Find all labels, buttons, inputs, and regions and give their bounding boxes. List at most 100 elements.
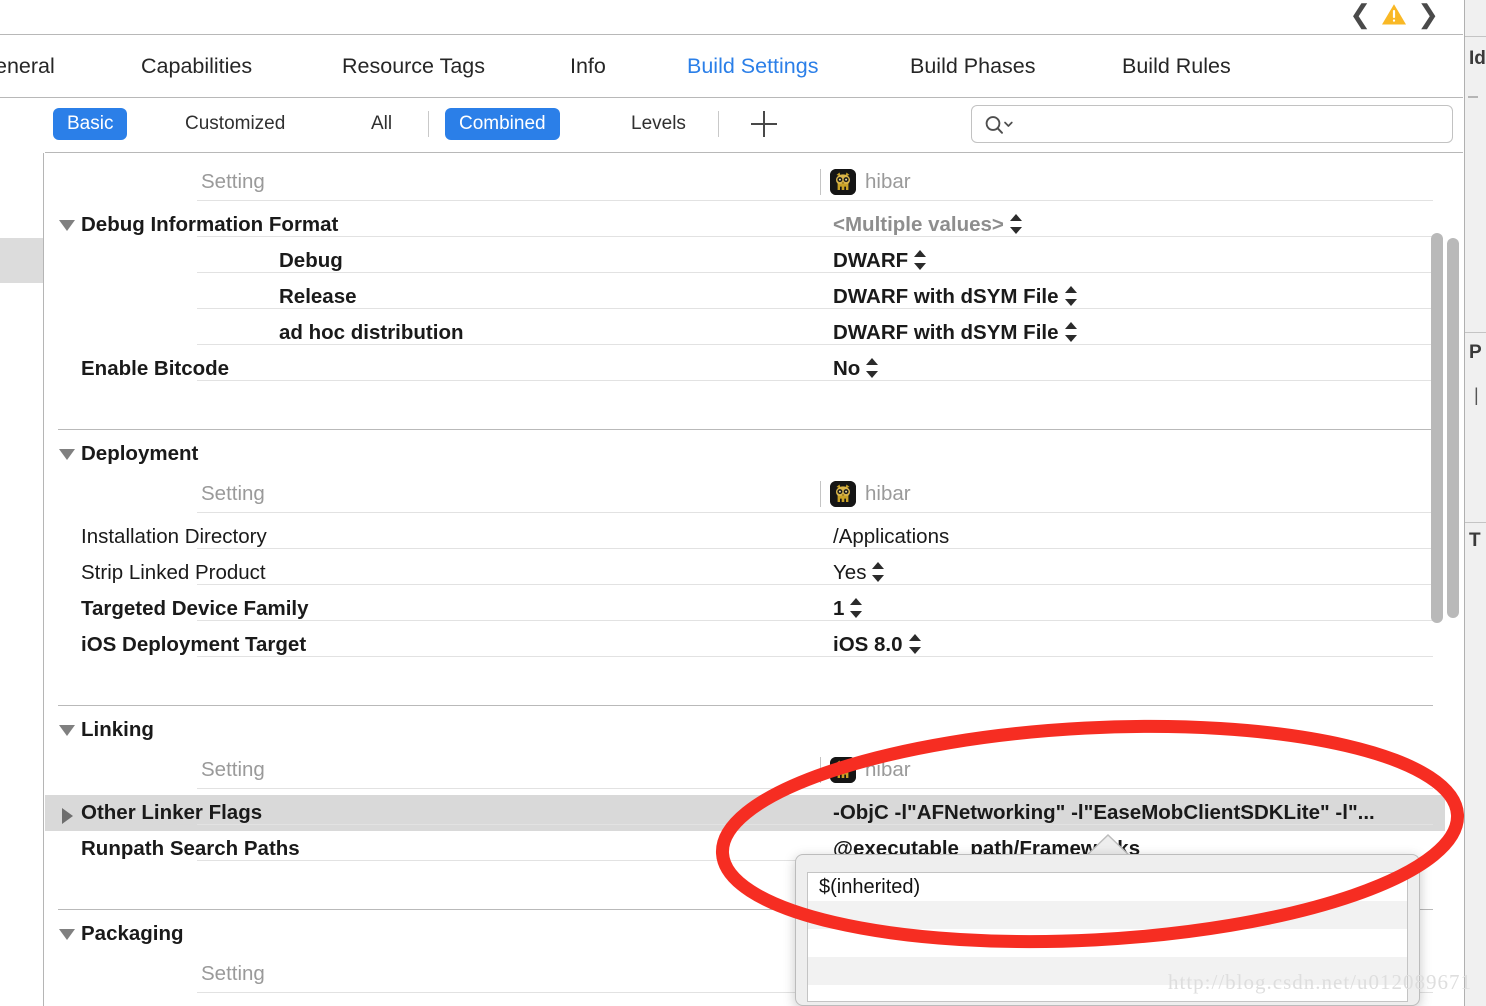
utilities-inspector-panel: Id P | T xyxy=(1464,0,1486,1006)
search-icon[interactable] xyxy=(984,114,1014,136)
other-linker-flags-popover[interactable]: $(inherited) xyxy=(795,854,1420,1006)
setting-label-ios-deployment-target: iOS Deployment Target xyxy=(81,633,307,656)
setting-row-ios-deployment-target[interactable]: iOS Deployment Target iOS 8.0 xyxy=(45,627,1445,663)
setting-label-release: Release xyxy=(279,285,357,308)
stepper-icon[interactable] xyxy=(1064,322,1078,342)
setting-value-release[interactable]: DWARF with dSYM File xyxy=(833,279,1078,315)
navigator-selected-item[interactable] xyxy=(0,238,43,283)
setting-row-other-linker-flags[interactable]: Other Linker Flags -ObjC -l"AFNetworking… xyxy=(45,795,1445,831)
setting-value-debug[interactable]: DWARF xyxy=(833,243,927,279)
setting-row-installation-directory[interactable]: Installation Directory /Applications xyxy=(45,519,1445,555)
filter-basic[interactable]: Basic xyxy=(53,108,128,140)
inspector-section-title-p: P xyxy=(1469,342,1482,363)
tab-capabilities[interactable]: Capabilities xyxy=(141,35,252,97)
setting-value-ios-deployment-target[interactable]: iOS 8.0 xyxy=(833,627,922,663)
filter-divider-1 xyxy=(428,111,429,137)
section-header-deployment[interactable]: Deployment xyxy=(45,436,1445,472)
column-separator xyxy=(820,481,821,507)
disclosure-triangle-down-icon[interactable] xyxy=(59,725,75,736)
disclosure-triangle-down-icon[interactable] xyxy=(59,220,75,231)
project-column-header: hibar xyxy=(820,164,911,200)
stepper-icon[interactable] xyxy=(908,634,922,654)
setting-row-enable-bitcode[interactable]: Enable Bitcode No xyxy=(45,351,1445,387)
section-title-debug-information-format: Debug Information Format xyxy=(81,213,339,236)
owl-app-icon xyxy=(830,481,856,507)
setting-label-enable-bitcode: Enable Bitcode xyxy=(81,357,230,380)
stepper-icon[interactable] xyxy=(865,358,879,378)
section-value-debug-information-format[interactable]: <Multiple values> xyxy=(833,207,1023,243)
row-divider xyxy=(197,344,1433,345)
row-divider xyxy=(197,824,1433,825)
section-header-linking[interactable]: Linking xyxy=(45,712,1445,748)
row-divider xyxy=(197,512,1433,513)
tab-build-phases[interactable]: Build Phases xyxy=(910,35,1036,97)
editor-vertical-scrollbar[interactable] xyxy=(1447,238,1459,618)
setting-label-runpath-search-paths: Runpath Search Paths xyxy=(81,837,300,860)
project-name-label: hibar xyxy=(865,170,911,193)
filter-levels[interactable]: Levels xyxy=(617,108,700,140)
disclosure-triangle-down-icon[interactable] xyxy=(59,449,75,460)
filter-all[interactable]: All xyxy=(357,108,406,140)
tab-resource-tags[interactable]: Resource Tags xyxy=(342,35,485,97)
filter-customized[interactable]: Customized xyxy=(171,108,299,140)
list-item[interactable]: $(inherited) xyxy=(808,873,1407,901)
row-divider xyxy=(197,380,1433,381)
row-divider xyxy=(197,656,1433,657)
issue-navigation-cluster: ❮ ❯ xyxy=(1349,1,1439,27)
tab-general[interactable]: eneral xyxy=(0,35,55,97)
setting-value-strip-linked-product[interactable]: Yes xyxy=(833,555,885,591)
setting-value-installation-directory[interactable]: /Applications xyxy=(833,519,949,555)
row-divider xyxy=(197,272,1433,273)
setting-row-targeted-device-family[interactable]: Targeted Device Family 1 xyxy=(45,591,1445,627)
column-header-row-deployment: Setting hibar xyxy=(45,476,1445,512)
row-divider xyxy=(197,620,1433,621)
stepper-icon[interactable] xyxy=(1009,214,1023,234)
setting-row-ad-hoc-distribution[interactable]: ad hoc distribution DWARF with dSYM File xyxy=(45,315,1445,351)
tab-build-rules[interactable]: Build Rules xyxy=(1122,35,1231,97)
setting-value-enable-bitcode[interactable]: No xyxy=(833,351,879,387)
setting-row-strip-linked-product[interactable]: Strip Linked Product Yes xyxy=(45,555,1445,591)
setting-label-installation-directory: Installation Directory xyxy=(81,525,267,548)
disclosure-triangle-right-icon[interactable] xyxy=(62,808,73,824)
setting-label-other-linker-flags: Other Linker Flags xyxy=(81,801,263,824)
stepper-icon[interactable] xyxy=(871,562,885,582)
setting-label-strip-linked-product: Strip Linked Product xyxy=(81,561,266,584)
setting-row-release[interactable]: Release DWARF with dSYM File xyxy=(45,279,1445,315)
setting-value-ad-hoc-distribution[interactable]: DWARF with dSYM File xyxy=(833,315,1078,351)
column-separator xyxy=(820,757,821,783)
warning-triangle-icon[interactable] xyxy=(1381,3,1407,26)
list-item[interactable] xyxy=(808,957,1407,985)
stepper-icon[interactable] xyxy=(849,598,863,618)
window-toolbar: ❮ ❯ xyxy=(0,0,1463,35)
chevron-left-icon[interactable]: ❮ xyxy=(1349,1,1371,27)
inspector-section-title-t: T xyxy=(1469,530,1481,551)
column-header-setting: Setting xyxy=(201,170,265,193)
list-item[interactable] xyxy=(808,901,1407,929)
column-header-setting: Setting xyxy=(201,962,265,985)
stepper-icon[interactable] xyxy=(1064,286,1078,306)
add-setting-button[interactable] xyxy=(747,106,781,142)
section-header-debug-information-format[interactable]: Debug Information Format <Multiple value… xyxy=(45,207,1445,243)
row-divider xyxy=(197,200,1433,201)
column-separator xyxy=(820,169,821,195)
search-input[interactable] xyxy=(971,105,1453,143)
setting-row-debug[interactable]: Debug DWARF xyxy=(45,243,1445,279)
inspector-section-t xyxy=(1465,522,1486,1006)
setting-value-targeted-device-family[interactable]: 1 xyxy=(833,591,863,627)
build-settings-filterbar: Basic Customized All Combined Levels xyxy=(45,98,1463,153)
setting-value-other-linker-flags[interactable]: -ObjC -l"AFNetworking" -l"EaseMobClientS… xyxy=(833,795,1375,831)
owl-app-icon xyxy=(830,757,856,783)
project-navigator-sliver xyxy=(0,153,44,1006)
row-divider xyxy=(197,548,1433,549)
table-vertical-scrollbar[interactable] xyxy=(1431,233,1443,623)
linker-flags-list[interactable]: $(inherited) xyxy=(807,872,1408,1002)
tab-info[interactable]: Info xyxy=(570,35,606,97)
row-divider xyxy=(197,584,1433,585)
filter-combined[interactable]: Combined xyxy=(445,108,560,140)
disclosure-triangle-down-icon[interactable] xyxy=(59,929,75,940)
stepper-icon[interactable] xyxy=(913,250,927,270)
section-title-deployment: Deployment xyxy=(81,442,199,465)
list-item[interactable] xyxy=(808,929,1407,957)
tab-build-settings[interactable]: Build Settings xyxy=(687,35,818,97)
chevron-right-icon[interactable]: ❯ xyxy=(1417,1,1439,27)
